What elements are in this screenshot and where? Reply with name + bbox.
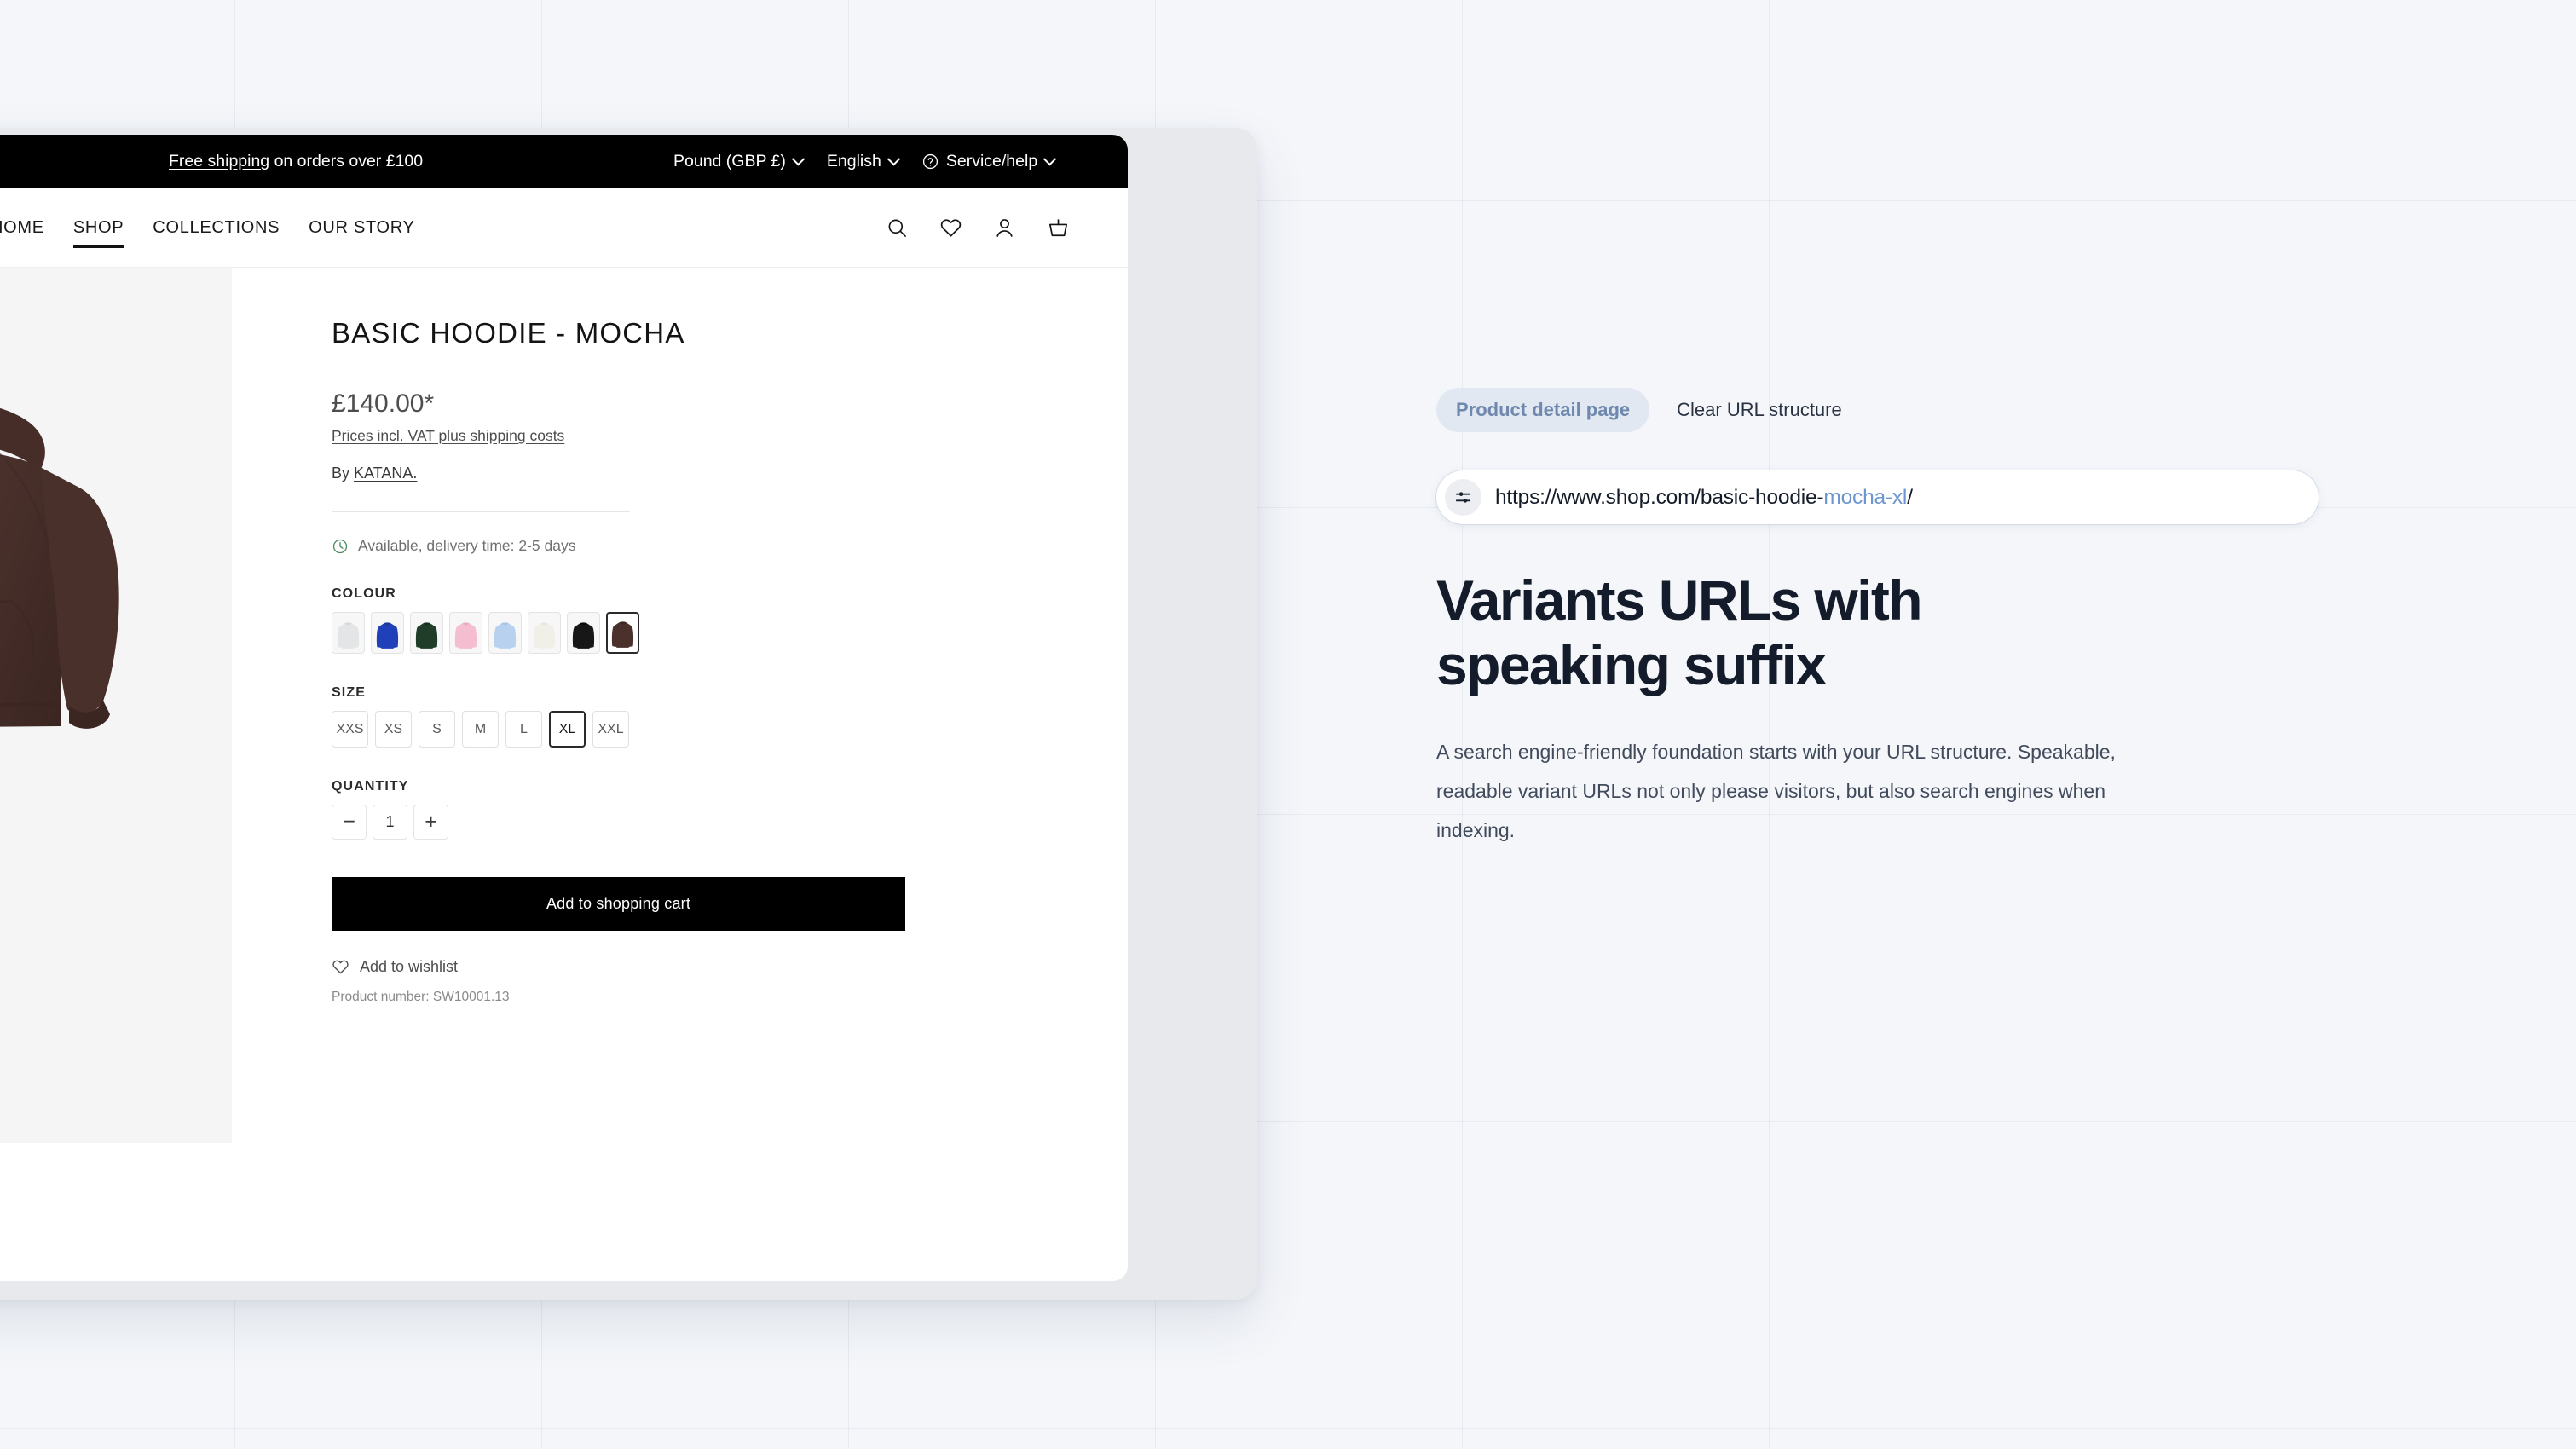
url-variant-suffix: mocha-xl [1823,485,1908,509]
size-option-s[interactable]: S [419,711,455,748]
size-option-xxl[interactable]: XXL [592,711,629,748]
utility-bar-right-group: Pound (GBP £) English Service/help [673,152,1057,171]
manufacturer-link[interactable]: KATANA. [354,465,417,482]
product-number: Product number: SW10001.13 [332,990,510,1004]
clock-icon [332,538,349,555]
size-option-row: XXS XS S M L XL XXL [332,711,863,748]
free-shipping-link[interactable]: Free shipping [169,152,269,170]
quantity-input[interactable]: 1 [373,805,407,840]
vat-shipping-note[interactable]: Prices incl. VAT plus shipping costs [332,427,564,445]
language-label: English [826,152,881,170]
product-detail-area: BASIC HOODIE - MOCHA £140.00* Prices inc… [0,268,1128,1281]
nav-item-home[interactable]: HOME [0,188,59,267]
by-prefix: By [332,465,355,482]
product-price: £140.00* [332,390,435,418]
tab-clear-url-structure[interactable]: Clear URL structure [1657,388,1862,432]
free-shipping-rest: on orders over £100 [269,152,424,170]
feature-explainer-panel: Product detail page Clear URL structure … [1436,388,2374,850]
colour-swatch-dark-green[interactable] [410,612,443,654]
page-title: BASIC HOODIE - MOCHA [332,317,685,349]
heart-icon [332,958,349,976]
nav-item-collections[interactable]: COLLECTIONS [138,188,294,267]
nav-icons-group [886,216,1070,240]
utility-bar: . Free shipping on orders over £100 Poun… [0,135,1128,188]
language-selector[interactable]: English [826,152,901,171]
product-info-column: BASIC HOODIE - MOCHA £140.00* Prices inc… [232,268,905,1281]
add-to-wishlist-label: Add to wishlist [360,958,459,975]
colour-swatch-cream[interactable] [528,612,561,654]
colour-swatch-black[interactable] [567,612,600,654]
colour-swatch-mocha[interactable] [606,612,639,654]
add-to-wishlist-button[interactable]: Add to wishlist [332,958,863,976]
manufacturer-line: By KATANA. [332,465,863,482]
nav-item-our-story[interactable]: OUR STORY [294,188,429,267]
colour-swatch-pink[interactable] [449,612,482,654]
size-option-xl[interactable]: XL [549,711,586,748]
account-icon[interactable] [993,216,1016,240]
nav-item-shop[interactable]: SHOP [59,188,138,267]
tab-product-detail-page[interactable]: Product detail page [1436,388,1650,432]
service-help-selector[interactable]: Service/help [922,152,1057,171]
currency-selector[interactable]: Pound (GBP £) [673,152,806,171]
availability-status: Available, delivery time: 2-5 days [332,537,863,555]
url-bar[interactable]: https://www.shop.com/basic-hoodie-mocha-… [1436,470,2319,524]
size-option-m[interactable]: M [462,711,499,748]
main-navigation: HOME SHOP COLLECTIONS OUR STORY [0,188,1128,268]
free-shipping-note[interactable]: Free shipping on orders over £100 [169,152,423,171]
colour-swatch-row [332,612,863,654]
product-image-hoodie [0,407,119,729]
size-label: SIZE [332,685,366,700]
url-base: https://www.shop.com/basic-hoodie- [1495,485,1824,509]
nav-links-group: HOME SHOP COLLECTIONS OUR STORY [0,188,430,267]
wishlist-heart-icon[interactable] [939,216,962,240]
colour-swatch-royal-blue[interactable] [371,612,404,654]
colour-swatch-light-blue[interactable] [488,612,522,654]
chevron-down-icon [887,152,901,166]
size-option-l[interactable]: L [505,711,542,748]
colour-swatch-light-grey[interactable] [332,612,365,654]
size-option-xxs[interactable]: XXS [332,711,368,748]
sliders-tune-icon[interactable] [1445,479,1481,516]
colour-label: COLOUR [332,586,396,601]
cart-basket-icon[interactable] [1047,216,1070,240]
search-icon[interactable] [886,216,909,240]
browser-window-frame: . Free shipping on orders over £100 Poun… [0,128,1257,1300]
size-option-xs[interactable]: XS [375,711,412,748]
headline-line-2: speaking suffix [1436,632,1827,696]
panel-headline: Variants URLs with speaking suffix [1436,569,2203,698]
service-help-label: Service/help [945,152,1038,170]
quantity-stepper: − 1 + [332,805,863,840]
quantity-increase-button[interactable]: + [413,805,448,840]
panel-tabs: Product detail page Clear URL structure [1436,388,2374,432]
section-divider [332,511,630,512]
headline-line-1: Variants URLs with [1436,569,1923,632]
product-gallery[interactable] [0,268,232,1143]
url-trailing-slash: / [1907,485,1913,509]
panel-body-text: A search engine-friendly foundation star… [1436,740,2116,841]
quantity-label: QUANTITY [332,779,409,794]
add-to-cart-button[interactable]: Add to shopping cart [332,877,905,931]
url-text: https://www.shop.com/basic-hoodie-mocha-… [1495,486,1913,510]
chevron-down-icon [791,152,806,166]
availability-text: Available, delivery time: 2-5 days [358,537,576,554]
quantity-decrease-button[interactable]: − [332,805,367,840]
chevron-down-icon [1043,152,1057,166]
question-circle-icon [922,153,939,170]
currency-label: Pound (GBP £) [673,152,786,170]
browser-viewport: . Free shipping on orders over £100 Poun… [0,135,1128,1281]
